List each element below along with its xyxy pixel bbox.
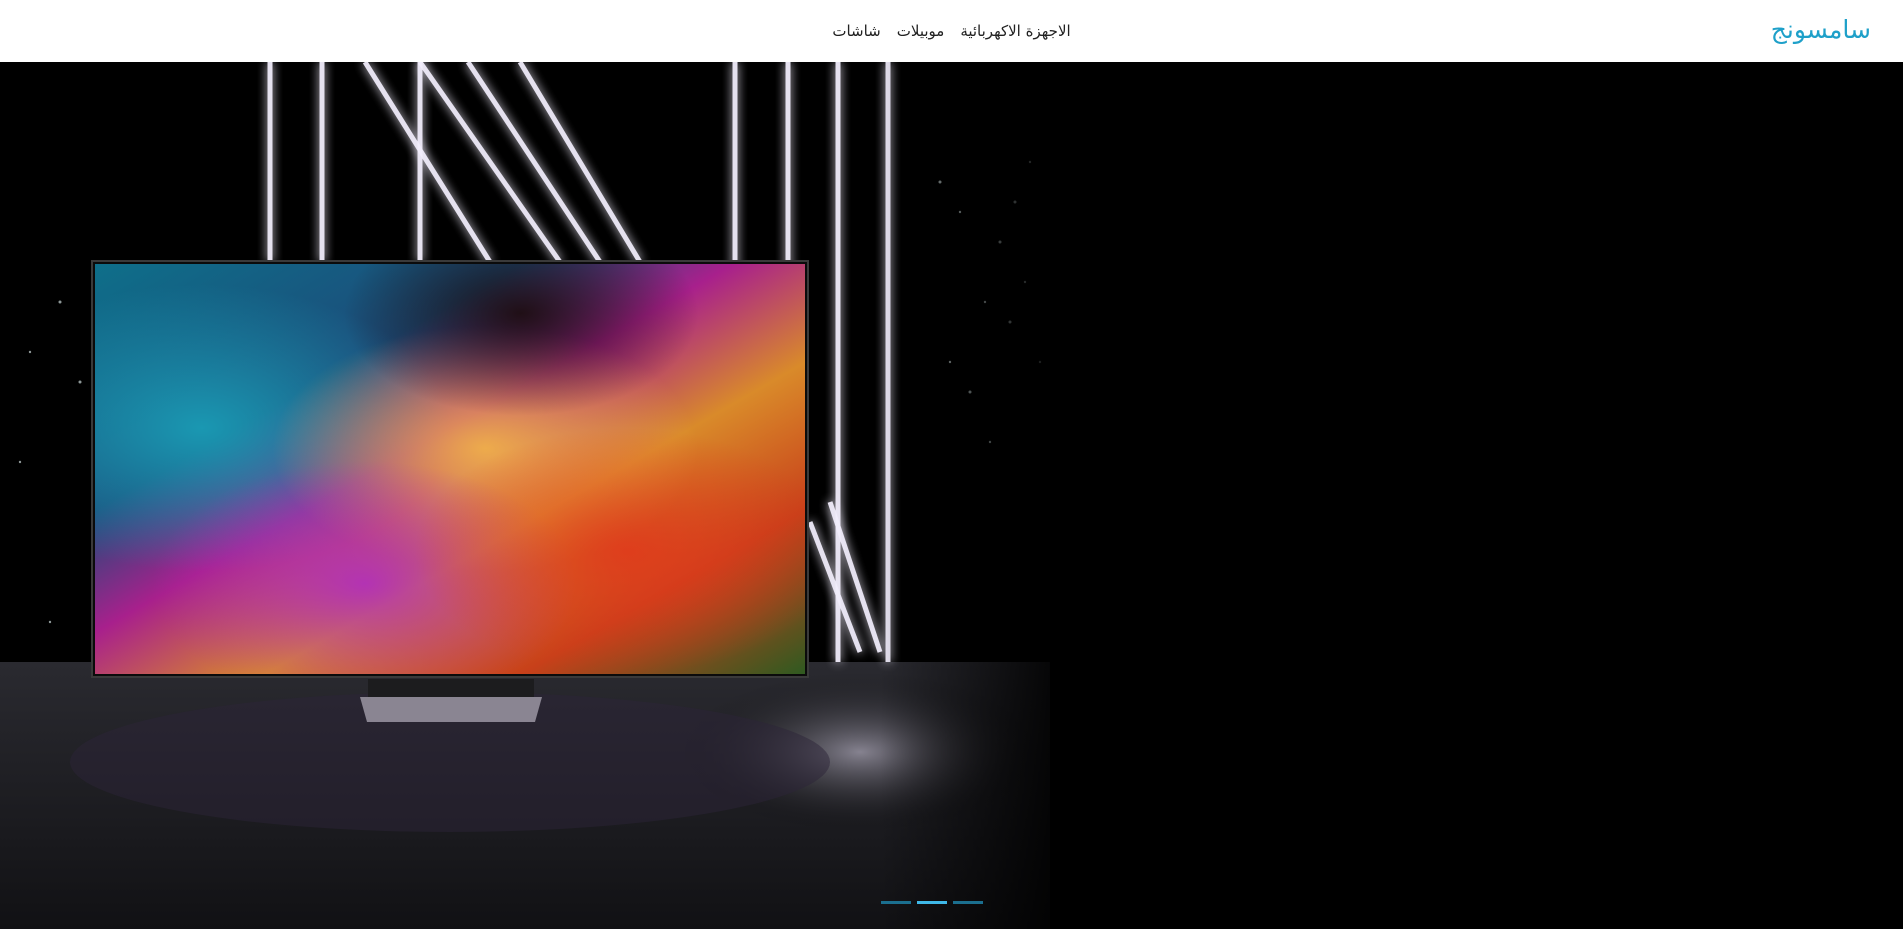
tv-screen: [91, 260, 809, 678]
top-navbar: الاجهزة الاكهربائية موبيلات شاشات سامسون…: [0, 0, 1903, 62]
carousel-indicator-2[interactable]: [917, 901, 947, 904]
carousel-indicators: [881, 901, 983, 904]
brand-logo[interactable]: سامسونج: [1771, 13, 1871, 47]
hero-carousel: [0, 62, 1903, 929]
nav-links: الاجهزة الاكهربائية موبيلات شاشات: [0, 0, 1903, 62]
nav-link-appliances[interactable]: الاجهزة الاكهربائية: [960, 21, 1070, 41]
nav-link-screens[interactable]: شاشات: [832, 21, 880, 41]
nav-link-mobiles[interactable]: موبيلات: [897, 21, 945, 41]
carousel-indicator-3[interactable]: [953, 901, 983, 904]
carousel-indicator-1[interactable]: [881, 901, 911, 904]
hero-tv-image: [0, 62, 1903, 929]
